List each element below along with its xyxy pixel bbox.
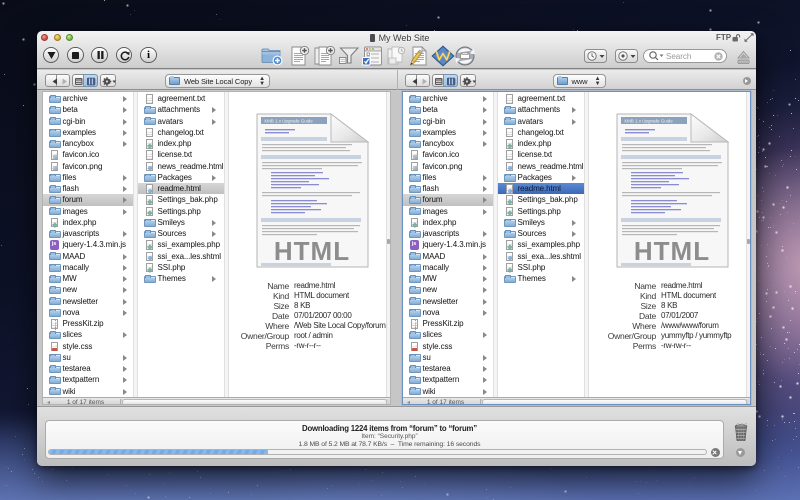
svg-text:HTML: HTML — [274, 236, 350, 266]
svg-text:HTML: HTML — [634, 236, 710, 266]
svg-text:XMB 1.x Upgrade Guide: XMB 1.x Upgrade Guide — [624, 119, 673, 124]
svg-text:XMB 1.x Upgrade Guide: XMB 1.x Upgrade Guide — [264, 119, 313, 124]
